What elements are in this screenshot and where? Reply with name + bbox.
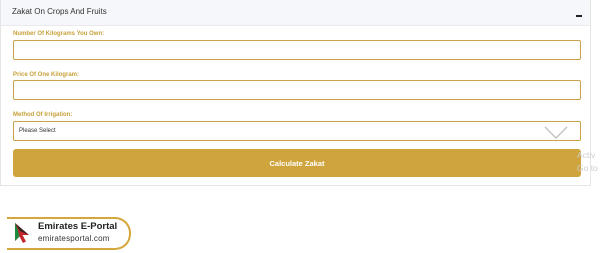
irrigation-method-label: Method Of Irrigation: (13, 112, 73, 118)
chevron-down-icon (544, 126, 568, 139)
zakat-crops-panel: Zakat On Crops And Fruits Number Of Kilo… (0, 0, 591, 186)
activation-watermark-line-1: Activ (577, 150, 596, 160)
cursor-arrow-icon (15, 223, 29, 243)
irrigation-method-selected: Please Select (19, 128, 56, 134)
activation-watermark-line-2: Go to (577, 163, 598, 173)
logo-url: emiratesportal.com (38, 234, 110, 243)
panel-header[interactable]: Zakat On Crops And Fruits (1, 0, 590, 26)
price-per-kilogram-label: Price Of One Kilogram: (13, 72, 80, 78)
kilograms-label: Number Of Kilograms You Own: (13, 31, 105, 37)
panel-border-bottom (0, 185, 591, 186)
page: Zakat On Crops And Fruits Number Of Kilo… (0, 0, 600, 253)
price-per-kilogram-input[interactable] (13, 80, 581, 100)
minus-icon[interactable] (576, 15, 582, 17)
kilograms-input[interactable] (13, 40, 581, 60)
logo-title: Emirates E-Portal (38, 221, 118, 232)
irrigation-method-select[interactable]: Please Select (13, 121, 581, 141)
emirates-eportal-logo: Emirates E-Portal emiratesportal.com (7, 217, 131, 250)
panel-title: Zakat On Crops And Fruits (12, 7, 107, 16)
calculate-zakat-button[interactable]: Calculate Zakat (13, 149, 581, 177)
panel-border-left (0, 0, 1, 186)
calculate-zakat-label: Calculate Zakat (269, 159, 325, 168)
